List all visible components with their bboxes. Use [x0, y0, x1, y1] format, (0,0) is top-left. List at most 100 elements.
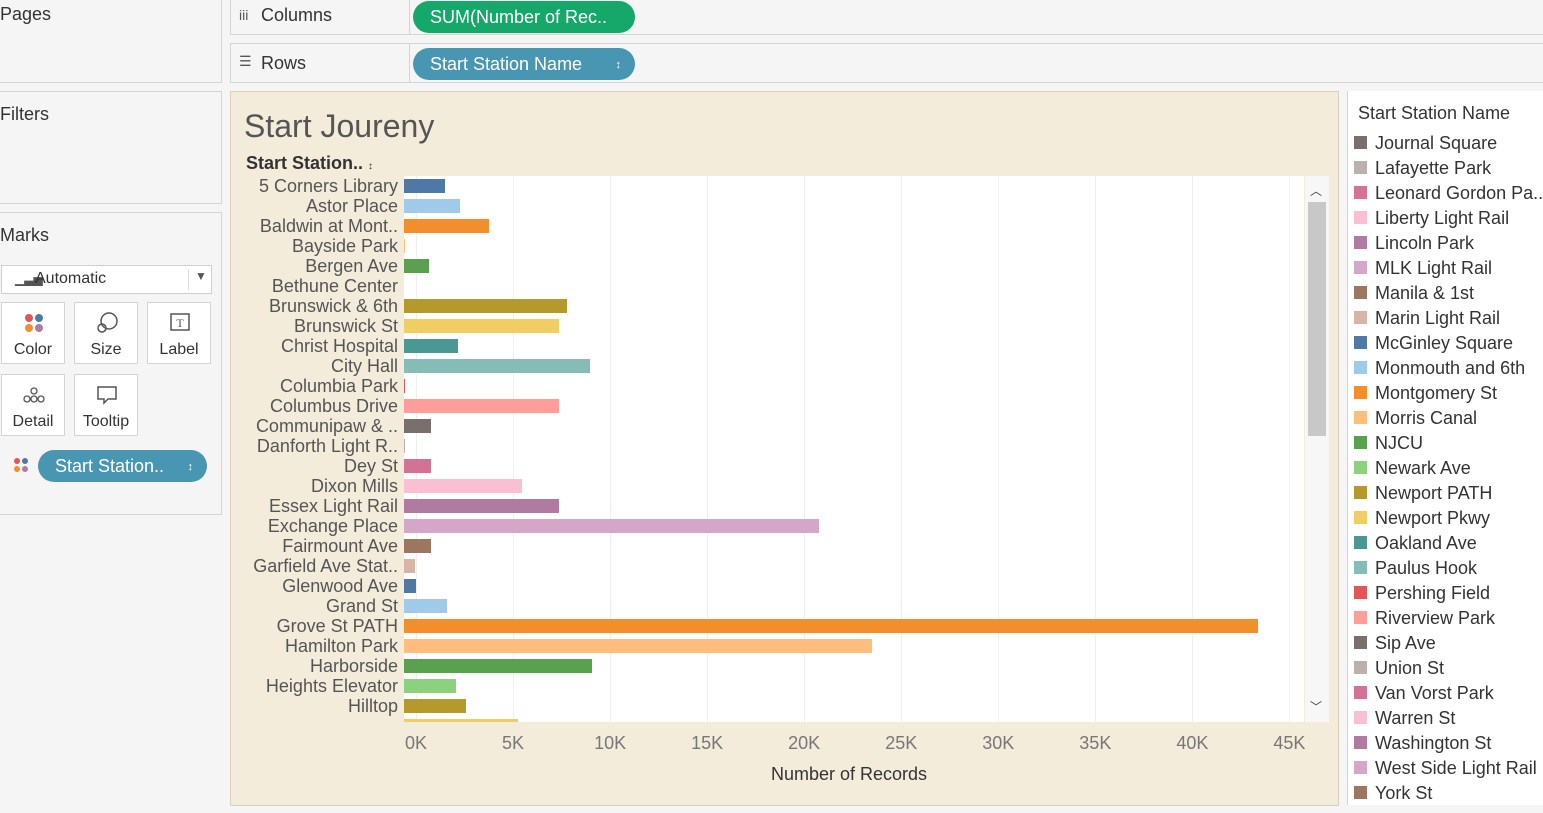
legend-swatch [1354, 711, 1367, 724]
rows-shelf[interactable]: ☰ Rows Start Station Name ↕ [230, 43, 1543, 83]
bar[interactable] [404, 179, 445, 193]
row-label[interactable]: Brunswick St [294, 316, 398, 336]
columns-pill[interactable]: SUM(Number of Rec.. [413, 1, 635, 33]
bar[interactable] [404, 539, 432, 553]
row-header-label: Start Station.. [246, 153, 364, 173]
bar[interactable] [404, 319, 560, 333]
bar[interactable] [404, 639, 872, 653]
row-label[interactable]: Astor Place [306, 196, 398, 216]
row-label[interactable]: Bergen Ave [305, 256, 398, 276]
row-label[interactable]: Bethune Center [272, 276, 398, 296]
color-encoding-icon [14, 458, 28, 472]
row-label[interactable]: Communipaw & .. [256, 416, 398, 436]
bar[interactable] [404, 339, 459, 353]
row-label[interactable]: Heights Elevator [266, 676, 398, 696]
chevron-down-icon[interactable]: ﹀ [1310, 698, 1322, 715]
row-label[interactable]: Grove St PATH [277, 616, 398, 636]
x-tick-label: 20K [788, 733, 821, 753]
columns-shelf[interactable]: iii Columns SUM(Number of Rec.. [230, 0, 1543, 35]
detail-label: Detail [12, 413, 54, 430]
legend-swatch [1354, 361, 1367, 374]
color-legend: Start Station Name Journal Square Lafayet… [1347, 91, 1543, 805]
legend-label: Van Vorst Park [1375, 683, 1494, 703]
bar[interactable] [404, 359, 591, 373]
detail-mark-button[interactable]: Detail [1, 374, 65, 436]
row-label[interactable]: Columbia Park [280, 376, 398, 396]
color-field-pill[interactable]: Start Station.. ↕ [38, 450, 207, 482]
row-label[interactable]: Columbus Drive [270, 396, 398, 416]
bar[interactable] [404, 399, 560, 413]
bar[interactable] [404, 459, 432, 473]
mark-type-dropdown[interactable]: ▁▃▅ Automatic ▼ [1, 265, 212, 294]
pages-card[interactable]: Pages [0, 0, 222, 83]
bar[interactable] [404, 199, 461, 213]
legend-swatch [1354, 236, 1367, 249]
legend-label: Warren St [1375, 708, 1456, 728]
row-header[interactable]: Start Station.. ↕ [246, 153, 373, 174]
row-label[interactable]: Essex Light Rail [269, 496, 398, 516]
bar[interactable] [404, 519, 820, 533]
legend-swatch [1354, 561, 1367, 574]
row-label[interactable]: Exchange Place [268, 516, 398, 536]
color-icon [25, 314, 43, 332]
legend-label: Paulus Hook [1375, 558, 1478, 578]
tooltip-mark-button[interactable]: Tooltip [74, 374, 138, 436]
bar[interactable] [404, 559, 415, 573]
legend-label: Montgomery St [1375, 383, 1498, 403]
legend-swatch [1354, 161, 1367, 174]
row-label[interactable]: Dixon Mills [311, 476, 398, 496]
bar[interactable] [404, 659, 593, 673]
row-label[interactable]: Garfield Ave Stat.. [253, 556, 398, 576]
row-label[interactable]: Brunswick & 6th [269, 296, 398, 316]
row-label[interactable]: Harborside [310, 656, 398, 676]
row-label[interactable]: Grand St [326, 596, 398, 616]
chevron-up-icon[interactable]: ︿ [1310, 182, 1322, 199]
bar[interactable] [404, 499, 560, 513]
bar[interactable] [404, 699, 467, 713]
legend-label: MLK Light Rail [1375, 258, 1493, 278]
rows-divider [409, 44, 410, 82]
tooltip-label: Tooltip [82, 413, 130, 430]
bar[interactable] [404, 419, 432, 433]
size-label: Size [90, 341, 122, 358]
row-label[interactable]: Dey St [344, 456, 398, 476]
bar[interactable] [404, 579, 416, 593]
rows-pill[interactable]: Start Station Name ↕ [413, 48, 635, 80]
bar[interactable] [404, 259, 430, 273]
bar[interactable] [404, 219, 490, 233]
scroll-thumb[interactable] [1308, 202, 1326, 436]
filters-card[interactable]: Filters [0, 91, 222, 204]
svg-text:T: T [176, 316, 184, 330]
row-label[interactable]: Fairmount Ave [282, 536, 398, 556]
legend-swatch [1354, 661, 1367, 674]
legend-swatch [1354, 461, 1367, 474]
row-label[interactable]: Danforth Light R.. [257, 436, 398, 456]
vertical-scrollbar[interactable]: ︿ ﹀ [1305, 176, 1329, 722]
row-label[interactable]: Bayside Park [292, 236, 398, 256]
row-label[interactable]: Christ Hospital [281, 336, 398, 356]
row-label[interactable]: 5 Corners Library [259, 176, 398, 196]
bar[interactable] [404, 239, 405, 253]
tooltip-icon [97, 386, 117, 405]
bar[interactable] [404, 479, 523, 493]
bar[interactable] [404, 679, 457, 693]
bar[interactable] [404, 599, 447, 613]
sort-icon: ↕ [615, 59, 622, 71]
row-label[interactable]: Glenwood Ave [282, 576, 398, 596]
row-label[interactable]: City Hall [331, 356, 398, 376]
legend-label: Pershing Field [1375, 583, 1491, 603]
bar[interactable] [404, 439, 405, 453]
bar[interactable] [404, 619, 1258, 633]
rows-pill-label: Start Station Name [430, 54, 583, 74]
legend-swatch [1354, 736, 1367, 749]
bar[interactable] [404, 299, 568, 313]
color-mark-button[interactable]: Color [1, 302, 65, 364]
label-mark-button[interactable]: T Label [147, 302, 211, 364]
x-tick-label: 35K [1079, 733, 1112, 753]
size-mark-button[interactable]: Size [74, 302, 138, 364]
row-label[interactable]: Hilltop [348, 696, 398, 716]
row-label[interactable]: Hamilton Park [285, 636, 398, 656]
row-label[interactable]: Baldwin at Mont.. [260, 216, 398, 236]
bar[interactable] [404, 379, 405, 393]
legend-swatch [1354, 786, 1367, 799]
